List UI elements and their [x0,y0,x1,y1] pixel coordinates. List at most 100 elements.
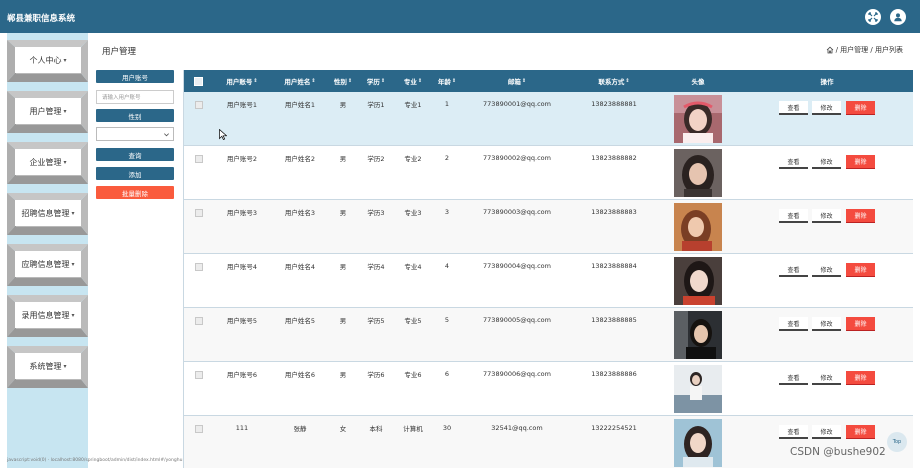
cell-education: 学历1 [367,101,385,109]
search-button[interactable]: 查询 [96,148,174,161]
breadcrumb-path[interactable]: / 用户管理 / 用户列表 [836,45,903,55]
column-header[interactable]: 联系方式 ⇕ [574,70,654,92]
sort-icon[interactable]: ⇕ [311,78,315,84]
menu-bevel [7,193,88,200]
row-checkbox[interactable] [195,155,203,163]
mouse-cursor-icon [219,129,227,140]
table-row[interactable]: 用户账号2 用户姓名2 男 学历2 专业2 2 773890002@qq.com… [184,146,913,200]
menu-face: 招聘信息管理 ▾ [15,200,81,226]
table-row[interactable]: 用户账号4 用户姓名4 男 学历4 专业4 4 773890004@qq.com… [184,254,913,308]
cell-gender: 男 [339,317,347,325]
view-button[interactable]: 查看 [779,425,808,439]
home-icon[interactable] [826,46,834,54]
row-checkbox[interactable] [195,317,203,325]
delete-button[interactable]: 删除 [846,155,875,169]
edit-button[interactable]: 修改 [812,425,841,439]
watermark: CSDN @bushe902 [790,446,886,458]
user-avatar-button[interactable] [890,9,906,25]
row-checkbox[interactable] [195,371,203,379]
sidebar-item-system-management[interactable]: 系统管理 ▾ [7,346,88,388]
cell-phone: 13823888885 [591,316,637,324]
row-checkbox[interactable] [195,263,203,271]
cell-age: 2 [444,154,450,162]
table-row[interactable]: 用户账号6 用户姓名6 男 学历6 专业6 6 773890006@qq.com… [184,362,913,416]
edit-button[interactable]: 修改 [812,317,841,331]
column-header: 操作 [820,78,834,86]
delete-button[interactable]: 删除 [846,101,875,115]
select-all-checkbox[interactable] [194,77,203,86]
column-header[interactable]: 年龄 ⇕ [432,70,462,92]
view-button[interactable]: 查看 [779,317,808,331]
edit-button[interactable]: 修改 [812,263,841,277]
sort-icon[interactable]: ⇕ [522,78,526,84]
cell-education: 学历3 [367,209,385,217]
edit-button[interactable]: 修改 [812,209,841,223]
fullscreen-button[interactable] [865,9,881,25]
gender-select[interactable] [96,127,174,141]
sidebar-item-company-management[interactable]: 企业管理 ▾ [7,142,88,184]
row-checkbox[interactable] [195,209,203,217]
cell-major: 专业4 [404,263,422,271]
menu-bevel [7,277,88,286]
sidebar-item-user-management[interactable]: 用户管理 ▾ [7,91,88,133]
menu-face: 系统管理 ▾ [15,353,81,379]
delete-button[interactable]: 删除 [846,263,875,277]
table-row[interactable]: 111 张静 女 本科 计算机 30 32541@qq.com 13222254… [184,416,913,468]
page-title: 用户管理 [102,47,137,57]
sort-icon[interactable]: ⇕ [253,78,257,84]
cell-name: 用户姓名1 [284,101,316,109]
sort-icon[interactable]: ⇕ [381,78,385,84]
sidebar-item-personal-center[interactable]: 个人中心 ▾ [7,40,88,82]
cell-name: 用户姓名4 [284,263,316,271]
gender-filter-label: 性别 [96,109,174,122]
view-button[interactable]: 查看 [779,371,808,385]
cell-phone: 13823888883 [591,208,637,216]
chevron-down-icon: ▾ [63,158,67,166]
view-button[interactable]: 查看 [779,101,808,115]
sidebar-item-application-info[interactable]: 应聘信息管理 ▾ [7,244,88,286]
view-button[interactable]: 查看 [779,209,808,223]
back-to-top-button[interactable]: Top [887,432,907,452]
batch-delete-button[interactable]: 批量删除 [96,186,174,199]
column-header[interactable]: 用户姓名 ⇕ [272,70,328,92]
sort-icon[interactable]: ⇕ [418,78,422,84]
cell-age: 5 [444,316,450,324]
column-header[interactable]: 性别 ⇕ [330,70,356,92]
table-row[interactable]: 用户账号5 用户姓名5 男 学历5 专业5 5 773890005@qq.com… [184,308,913,362]
delete-button[interactable]: 删除 [846,209,875,223]
view-button[interactable]: 查看 [779,155,808,169]
edit-button[interactable]: 修改 [812,371,841,385]
column-header[interactable]: 学历 ⇕ [358,70,394,92]
sidebar-item-hiring-info[interactable]: 录用信息管理 ▾ [7,295,88,337]
column-header[interactable]: 专业 ⇕ [396,70,430,92]
view-button[interactable]: 查看 [779,263,808,277]
account-search-input[interactable]: 请输入用户账号 [96,90,174,104]
edit-button[interactable]: 修改 [812,101,841,115]
table-row[interactable]: 用户账号1 用户姓名1 男 学历1 专业1 1 773890001@qq.com… [184,92,913,146]
sort-icon[interactable]: ⇕ [625,78,629,84]
cell-gender: 男 [339,263,347,271]
sort-icon[interactable]: ⇕ [452,78,456,84]
sidebar-item-label: 录用信息管理 [21,310,70,320]
row-checkbox[interactable] [195,101,203,109]
column-header[interactable]: 邮箱 ⇕ [464,70,570,92]
cell-gender: 女 [339,425,347,433]
cell-major: 计算机 [403,425,423,433]
delete-button[interactable]: 删除 [846,371,875,385]
add-button[interactable]: 添加 [96,167,174,180]
cell-name: 用户姓名5 [284,317,316,325]
edit-button[interactable]: 修改 [812,155,841,169]
column-header[interactable]: 用户账号 ⇕ [214,70,270,92]
sidebar-item-label: 个人中心 [29,55,62,65]
sidebar-item-label: 招聘信息管理 [21,208,70,218]
menu-face: 企业管理 ▾ [15,149,81,175]
delete-button[interactable]: 删除 [846,317,875,331]
sidebar-item-recruitment-info[interactable]: 招聘信息管理 ▾ [7,193,88,235]
sort-icon[interactable]: ⇕ [348,78,352,84]
table-row[interactable]: 用户账号3 用户姓名3 男 学历3 专业3 3 773890003@qq.com… [184,200,913,254]
delete-button[interactable]: 删除 [846,425,875,439]
row-checkbox[interactable] [195,425,203,433]
cell-education: 学历2 [367,155,385,163]
menu-face: 应聘信息管理 ▾ [15,251,81,277]
chevron-down-icon: ▾ [63,362,67,370]
